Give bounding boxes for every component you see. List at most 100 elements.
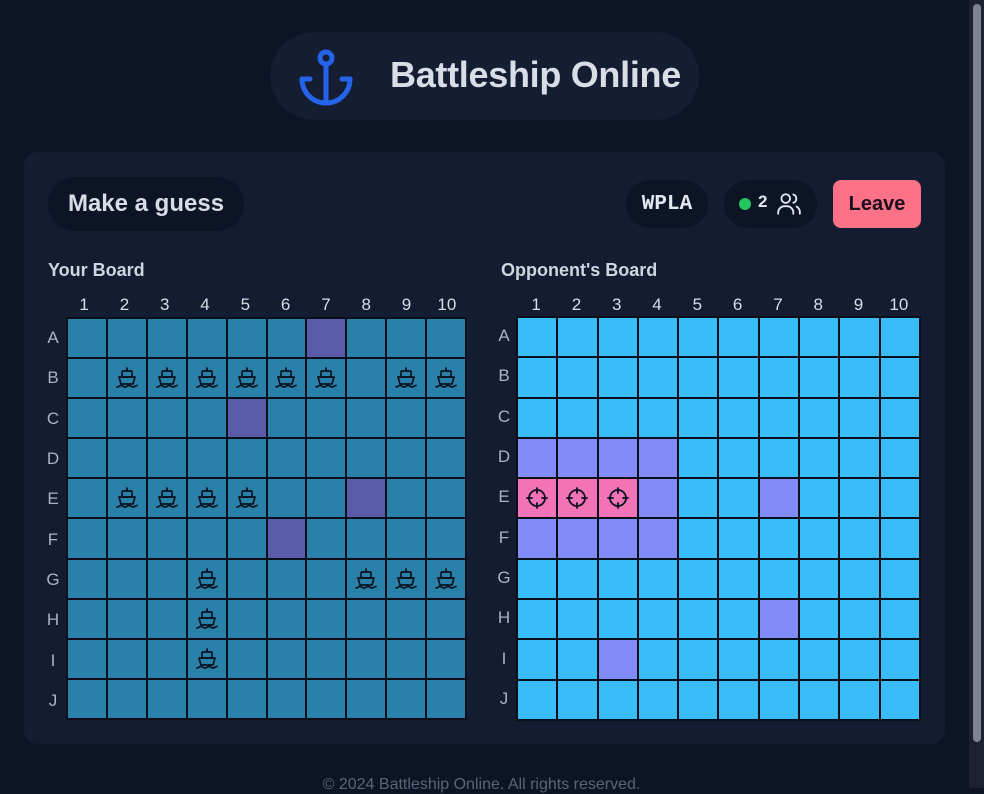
opponent-board-cell-c8-unknown[interactable] [800,398,839,437]
opponent-board-col-label-9: 9 [853,295,864,314]
opponent-board-cell-j7-unknown[interactable] [759,680,799,719]
opponent-board-cell-j4-unknown[interactable] [638,680,678,719]
opponent-board-cell-h1-unknown[interactable] [518,600,557,639]
opponent-board-cell-e9-unknown[interactable] [840,479,879,518]
opponent-board-cell-i4-unknown[interactable] [638,640,678,679]
opponent-board-cell-d6-unknown[interactable] [719,438,758,478]
opponent-board-cell-a5-unknown[interactable] [679,318,718,357]
opponent-board-cell-i10-unknown[interactable] [880,640,919,679]
opponent-board-cell-j3-unknown[interactable] [598,680,637,719]
opponent-board-cell-g3-unknown[interactable] [598,559,637,599]
opponent-board-cell-j9-unknown[interactable] [840,680,879,719]
opponent-board-cell-h3-unknown[interactable] [598,600,637,639]
opponent-board-cell-a10-unknown[interactable] [880,318,919,357]
opponent-board-cell-c6-unknown[interactable] [719,398,758,437]
opponent-board-row-label-h: H [497,608,511,628]
opponent-board-cell-a9-unknown[interactable] [840,318,879,357]
opponent-board-cell-d5-unknown[interactable] [679,438,718,478]
opponent-board-cell-h9-unknown[interactable] [840,600,879,639]
your-board-cell-i7-water [307,639,346,678]
your-board-row-label-f: F [47,529,59,549]
opponent-board-cell-g9-unknown[interactable] [840,559,879,599]
opponent-board-cell-a8-unknown[interactable] [800,318,839,357]
opponent-board-cell-f10-unknown[interactable] [880,519,919,558]
opponent-board-cell-h10-unknown[interactable] [880,600,919,639]
opponent-board-cell-g1-unknown[interactable] [518,559,557,599]
opponent-board-cell-j5-unknown[interactable] [679,680,718,719]
opponent-board-cell-i3-miss [598,640,637,679]
opponent-board-cell-e10-unknown[interactable] [880,479,919,518]
opponent-board-cell-g5-unknown[interactable] [679,559,718,599]
opponent-board-grid[interactable] [516,316,921,721]
opponent-board-cell-j10-unknown[interactable] [880,680,919,719]
opponent-board-cell-b4-unknown[interactable] [638,358,678,397]
opponent-board-cell-g10-unknown[interactable] [880,559,919,599]
opponent-board-cell-b2-unknown[interactable] [558,358,597,397]
opponent-board-cell-j2-unknown[interactable] [558,680,597,719]
opponent-board-cell-h2-unknown[interactable] [558,600,597,639]
opponent-board-cell-i9-unknown[interactable] [840,640,879,679]
opponent-board-cell-d9-unknown[interactable] [840,438,879,478]
opponent-board-cell-j8-unknown[interactable] [800,680,839,719]
opponent-board-cell-f9-unknown[interactable] [840,519,879,558]
opponent-board-cell-j6-unknown[interactable] [719,680,758,719]
your-board-row-label-a: A [47,328,59,348]
opponent-board-cell-i8-unknown[interactable] [800,640,839,679]
opponent-board-cell-b8-unknown[interactable] [800,358,839,397]
opponent-board-cell-i6-unknown[interactable] [719,640,758,679]
opponent-board-cell-g6-unknown[interactable] [719,559,758,599]
your-board-cell-j3-water [147,679,186,718]
opponent-board-cell-g7-unknown[interactable] [759,559,799,599]
opponent-board-cell-g4-unknown[interactable] [638,559,678,599]
opponent-board-cell-e8-unknown[interactable] [800,479,839,518]
opponent-board-cell-f6-unknown[interactable] [719,519,758,558]
opponent-board-cell-d4-miss [638,438,678,478]
opponent-board-cell-b7-unknown[interactable] [759,358,799,397]
leave-button[interactable]: Leave [833,180,921,228]
opponent-board-cell-h4-unknown[interactable] [638,600,678,639]
opponent-board-cell-e6-unknown[interactable] [719,479,758,518]
opponent-board-cell-g8-unknown[interactable] [800,559,839,599]
opponent-board-cell-a2-unknown[interactable] [558,318,597,357]
opponent-board-cell-b9-unknown[interactable] [840,358,879,397]
opponent-board-cell-g2-unknown[interactable] [558,559,597,599]
opponent-board-cell-b6-unknown[interactable] [719,358,758,397]
opponent-board-cell-a3-unknown[interactable] [598,318,637,357]
opponent-board-cell-h5-unknown[interactable] [679,600,718,639]
page-scrollbar[interactable] [969,0,984,788]
opponent-board-cell-b3-unknown[interactable] [598,358,637,397]
opponent-board-cell-i7-unknown[interactable] [759,640,799,679]
opponent-board-cell-i2-unknown[interactable] [558,640,597,679]
scrollbar-thumb[interactable] [973,4,981,742]
opponent-board-cell-e5-unknown[interactable] [679,479,718,518]
opponent-board-cell-c10-unknown[interactable] [880,398,919,437]
opponent-board-cell-c9-unknown[interactable] [840,398,879,437]
opponent-board-cell-c4-unknown[interactable] [638,398,678,437]
opponent-board-cell-h6-unknown[interactable] [719,600,758,639]
opponent-board-cell-f5-unknown[interactable] [679,519,718,558]
opponent-board-cell-f7-unknown[interactable] [759,519,799,558]
opponent-board-cell-c5-unknown[interactable] [679,398,718,437]
opponent-board-cell-c1-unknown[interactable] [518,398,557,437]
make-guess-button[interactable]: Make a guess [48,177,244,231]
opponent-board-cell-b10-unknown[interactable] [880,358,919,397]
opponent-board-cell-i5-unknown[interactable] [679,640,718,679]
your-board-cell-b4-ship [187,359,226,398]
opponent-board-cell-a6-unknown[interactable] [719,318,758,357]
opponent-board-cell-d10-unknown[interactable] [880,438,919,478]
opponent-board-cell-i1-unknown[interactable] [518,640,557,679]
opponent-board-cell-a4-unknown[interactable] [638,318,678,357]
opponent-board-cell-h8-unknown[interactable] [800,600,839,639]
opponent-board-cell-c7-unknown[interactable] [759,398,799,437]
opponent-board-cell-j1-unknown[interactable] [518,680,557,719]
opponent-board-cell-a7-unknown[interactable] [759,318,799,357]
opponent-board-cell-a1-unknown[interactable] [518,318,557,357]
your-board-cell-a6-water [267,319,306,358]
opponent-board-cell-c2-unknown[interactable] [558,398,597,437]
opponent-board-cell-b1-unknown[interactable] [518,358,557,397]
opponent-board-cell-b5-unknown[interactable] [679,358,718,397]
opponent-board-cell-f8-unknown[interactable] [800,519,839,558]
opponent-board-cell-d8-unknown[interactable] [800,438,839,478]
opponent-board-cell-c3-unknown[interactable] [598,398,637,437]
opponent-board-cell-d7-unknown[interactable] [759,438,799,478]
